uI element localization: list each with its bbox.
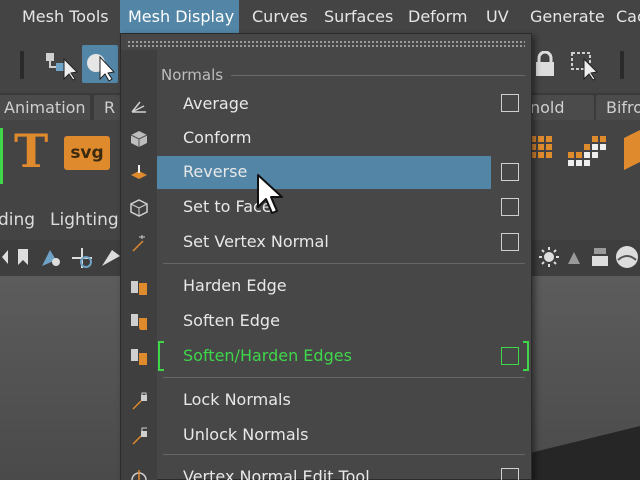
panel-menu-shading[interactable]: ding	[0, 210, 35, 230]
average-normals-icon	[129, 95, 149, 115]
poly-cube-icon[interactable]	[624, 128, 640, 172]
vertex-normal-edit-tool-option-box[interactable]	[501, 468, 519, 480]
vertex-normal-edit-tool-icon	[129, 468, 149, 480]
menu-entry-set-to-face[interactable]: Set to Face	[130, 191, 491, 224]
bookmark-icon[interactable]	[16, 247, 30, 267]
mesh-display-dropdown: Normals Average Conform Reverse Set to F…	[120, 33, 532, 480]
menu-curves[interactable]: Curves	[244, 0, 316, 33]
menu-entry-label: Soften/Harden Edges	[183, 346, 352, 365]
menu-entry-label: Vertex Normal Edit Tool	[183, 467, 370, 480]
soften-edge-icon	[129, 312, 149, 332]
menu-uv[interactable]: UV	[478, 0, 517, 33]
menu-entry-conform[interactable]: Conform	[130, 122, 491, 155]
select-by-object-icon[interactable]	[82, 45, 118, 83]
harden-edge-icon	[129, 277, 149, 297]
menu-entry-average[interactable]: Average	[131, 88, 491, 121]
move-camera-icon[interactable]	[70, 246, 94, 270]
menu-entry-label: Conform	[183, 128, 252, 147]
menu-entry-vertex-normal-edit-tool[interactable]: Vertex Normal Edit Tool	[131, 461, 491, 480]
menu-divider	[163, 377, 525, 378]
menu-divider	[163, 263, 525, 264]
lights-icon[interactable]	[538, 246, 560, 270]
reverse-normals-icon	[129, 163, 149, 183]
menu-mesh-tools[interactable]: Mesh Tools	[14, 0, 117, 33]
unlock-normals-icon	[129, 426, 149, 446]
lock-icon[interactable]	[534, 51, 556, 77]
shelf-accent-bar	[0, 128, 3, 184]
menu-entry-harden-edge[interactable]: Harden Edge	[131, 270, 491, 303]
menu-entry-label: Set Vertex Normal	[183, 232, 329, 251]
menu-entry-label: Unlock Normals	[183, 425, 309, 444]
menu-entry-soften-harden-edges[interactable]: Soften/Harden Edges	[131, 340, 491, 373]
previous-view-icon[interactable]	[0, 248, 10, 266]
toolbar-separator	[20, 51, 24, 79]
set-vertex-normal-icon	[129, 233, 149, 253]
camera-attributes-icon[interactable]	[40, 246, 62, 268]
menu-entry-unlock-normals[interactable]: Unlock Normals	[132, 419, 491, 452]
tab-animation[interactable]: Animation	[0, 95, 90, 120]
film-gate-icon[interactable]	[100, 246, 122, 268]
menu-deform[interactable]: Deform	[400, 0, 475, 33]
poly-grid-icon[interactable]	[566, 130, 612, 174]
svg-tool-icon[interactable]: svg	[64, 136, 110, 170]
menu-surfaces[interactable]: Surfaces	[316, 0, 401, 33]
main-menu-bar: Mesh Tools Mesh Display Curves Surfaces …	[0, 0, 640, 33]
menu-entry-reverse[interactable]: Reverse	[131, 156, 491, 189]
soften-harden-edges-icon	[129, 347, 149, 367]
soften-harden-edges-option-box[interactable]	[501, 347, 519, 365]
tab-bifrost[interactable]: Bifro	[596, 95, 640, 120]
conform-normals-icon	[129, 129, 149, 149]
text-tool-icon[interactable]: T	[14, 126, 54, 176]
reverse-option-box[interactable]	[501, 163, 519, 181]
tear-off-handle[interactable]	[127, 40, 525, 47]
menu-entry-label: Soften Edge	[183, 311, 280, 330]
grid-icon[interactable]	[590, 246, 610, 268]
menu-entry-label: Average	[183, 94, 249, 113]
menu-entry-soften-edge[interactable]: Soften Edge	[131, 305, 491, 338]
green-bracket-right	[523, 341, 529, 371]
menu-entry-label: Lock Normals	[183, 390, 291, 409]
menu-entry-lock-normals[interactable]: Lock Normals	[132, 384, 491, 417]
tab-rendering[interactable]: R	[94, 95, 120, 120]
set-to-face-option-box[interactable]	[501, 198, 519, 216]
xray-icon[interactable]	[614, 244, 640, 270]
panel-menu-lighting[interactable]: Lighting	[50, 210, 119, 230]
shadows-icon[interactable]	[566, 248, 582, 268]
section-header-normals: Normals	[161, 66, 224, 84]
mouse-pointer-icon	[256, 173, 286, 217]
toolbar-separator	[620, 51, 624, 79]
menu-generate[interactable]: Generate	[522, 0, 613, 33]
menu-entry-label: Harden Edge	[183, 276, 287, 295]
average-option-box[interactable]	[501, 94, 519, 112]
menu-mesh-display[interactable]: Mesh Display	[120, 0, 239, 33]
set-to-face-icon	[129, 198, 149, 218]
section-divider	[231, 75, 525, 76]
menu-entry-label: Reverse	[183, 162, 248, 181]
menu-divider	[163, 454, 525, 455]
select-component-icon[interactable]	[570, 49, 604, 81]
lock-normals-icon	[129, 391, 149, 411]
menu-cache[interactable]: Cac	[608, 0, 640, 33]
select-by-hierarchy-icon[interactable]	[44, 49, 78, 81]
set-vertex-normal-option-box[interactable]	[501, 233, 519, 251]
menu-entry-set-vertex-normal[interactable]: Set Vertex Normal	[132, 226, 491, 259]
